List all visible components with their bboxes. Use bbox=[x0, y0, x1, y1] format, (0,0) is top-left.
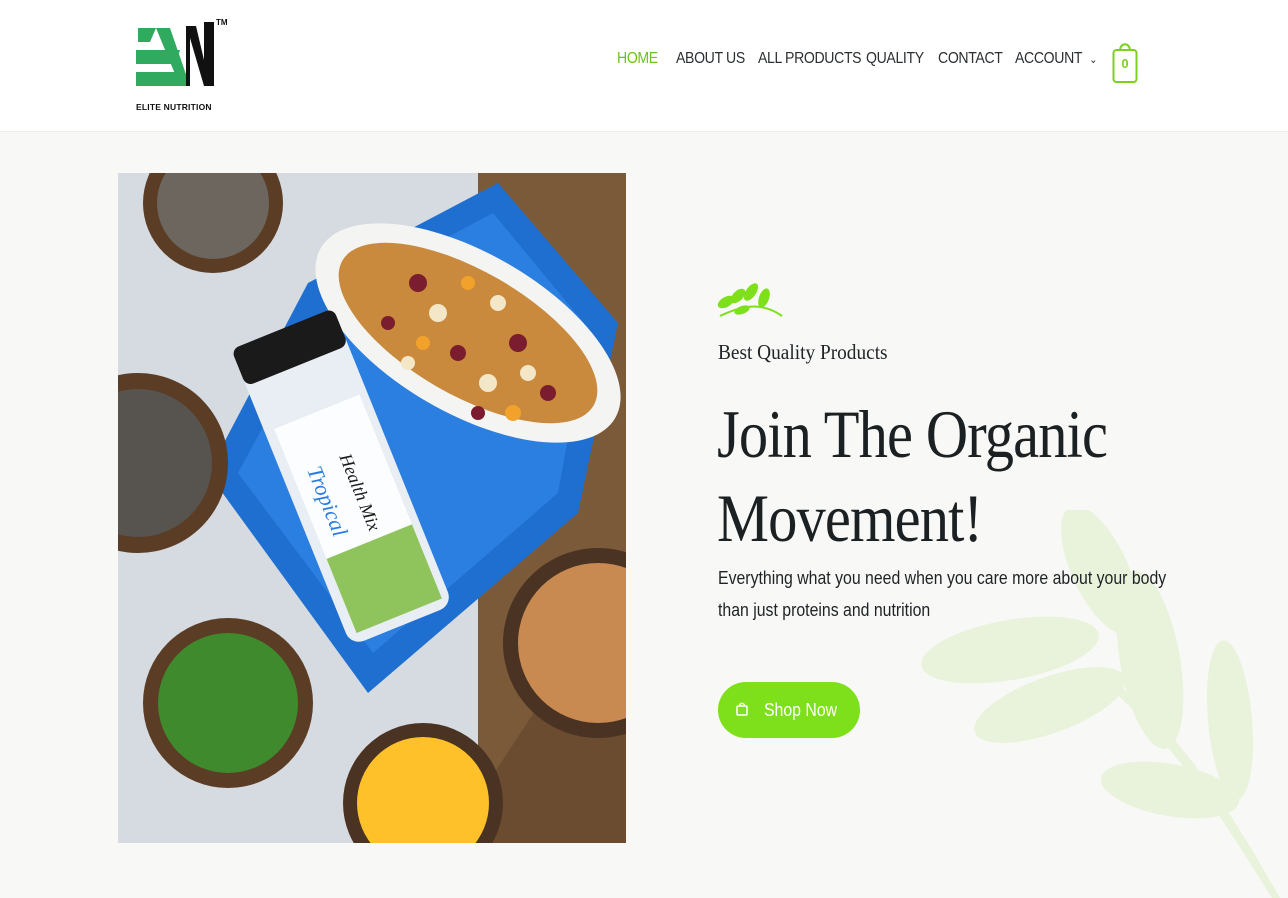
nav-account-label: ACCOUNT bbox=[1015, 50, 1083, 67]
cart-button[interactable]: 0 bbox=[1112, 40, 1138, 83]
product-photo-illustration: Tropical Health Mix bbox=[118, 173, 626, 843]
hero-description: Everything what you need when you care m… bbox=[718, 568, 1167, 620]
hero-headline: Join The Organic Movement! bbox=[717, 392, 1164, 560]
logo-mark-icon: TM bbox=[136, 18, 228, 86]
brand-name: ELITE NUTRITION bbox=[136, 102, 212, 112]
cart-count: 0 bbox=[1121, 56, 1129, 71]
hero-headline-line-1: Join The Organic bbox=[717, 396, 1108, 472]
nav-about-us[interactable]: ABOUT US bbox=[676, 50, 748, 68]
brand-logo[interactable]: TM ELITE NUTRITION bbox=[134, 16, 232, 114]
leaf-sprig-icon bbox=[717, 283, 783, 317]
main-nav: HOME ABOUT US ALL PRODUCTS QUALITY CONTA… bbox=[617, 50, 1105, 68]
nav-all-products[interactable]: ALL PRODUCTS bbox=[758, 50, 862, 68]
svg-text:TM: TM bbox=[216, 18, 228, 27]
chevron-down-icon: ⌄ bbox=[1089, 54, 1097, 66]
nav-account[interactable]: ACCOUNT ⌄ bbox=[1015, 50, 1097, 68]
nav-contact[interactable]: CONTACT bbox=[938, 50, 1006, 68]
nav-quality[interactable]: QUALITY bbox=[866, 50, 929, 68]
hero-eyebrow: Best Quality Products bbox=[718, 340, 888, 364]
site-header: TM ELITE NUTRITION HOME ABOUT US ALL PRO… bbox=[0, 0, 1288, 132]
shop-now-label: Shop Now bbox=[764, 699, 838, 720]
shop-now-button[interactable]: Shop Now bbox=[718, 682, 860, 738]
cart-icon bbox=[735, 702, 749, 719]
hero-headline-line-2: Movement! bbox=[717, 480, 983, 556]
hero-product-image: Tropical Health Mix bbox=[118, 173, 626, 843]
nav-home[interactable]: HOME bbox=[617, 50, 669, 68]
